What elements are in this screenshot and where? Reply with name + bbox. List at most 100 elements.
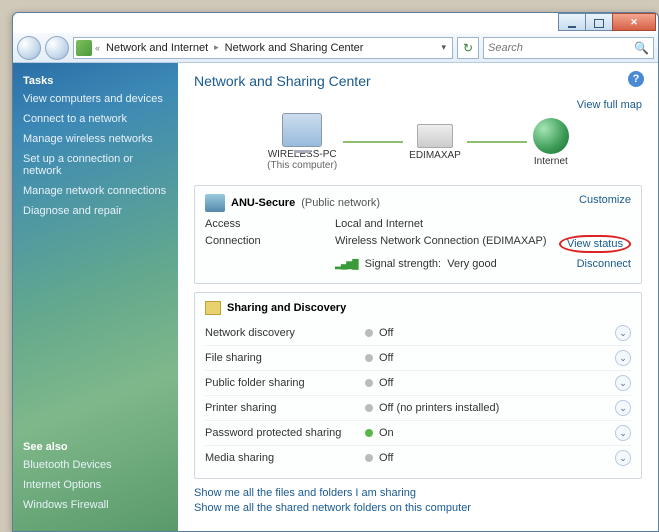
diagram-link-2: [467, 141, 527, 143]
access-value: Local and Internet: [335, 218, 631, 230]
sharing-row-2: Public folder sharing Off ⌄: [205, 370, 631, 395]
expand-button[interactable]: ⌄: [615, 425, 631, 441]
network-info-panel: ANU-Secure (Public network) Customize Ac…: [194, 185, 642, 284]
search-icon[interactable]: 🔍: [634, 41, 649, 55]
sharing-row-label: File sharing: [205, 352, 365, 364]
sidebar-link-view-computers[interactable]: View computers and devices: [23, 93, 168, 105]
maximize-button[interactable]: [585, 13, 613, 31]
status-dot-icon: [365, 429, 373, 437]
show-folders-link[interactable]: Show me all the shared network folders o…: [194, 502, 642, 514]
connection-value: Wireless Network Connection (EDIMAXAP): [335, 235, 559, 253]
diagram-ap-label: EDIMAXAP: [409, 150, 461, 161]
bottom-links: Show me all the files and folders I am s…: [194, 487, 642, 514]
network-type: (Public network): [301, 197, 380, 209]
sidebar-link-manage-connections[interactable]: Manage network connections: [23, 185, 168, 197]
address-dropdown[interactable]: ▾: [437, 42, 450, 53]
diagram-this-computer[interactable]: WIRELESS-PC (This computer): [267, 113, 337, 171]
signal-bars-icon: ▂▄▆█: [335, 259, 358, 269]
signal-spacer: [205, 258, 335, 270]
tasks-heading: Tasks: [23, 75, 168, 87]
breadcrumb-separator: «: [92, 43, 103, 53]
location-icon: [76, 40, 92, 56]
sharing-icon: [205, 301, 221, 315]
breadcrumb-1[interactable]: Network and Internet: [103, 42, 211, 54]
refresh-button[interactable]: ↻: [457, 37, 479, 59]
expand-button[interactable]: ⌄: [615, 350, 631, 366]
status-dot-icon: [365, 404, 373, 412]
signal-strength-label: Signal strength:: [365, 258, 441, 270]
network-icon: [205, 194, 225, 212]
show-files-link[interactable]: Show me all the files and folders I am s…: [194, 487, 642, 499]
disconnect-link[interactable]: Disconnect: [577, 258, 631, 270]
status-dot-icon: [365, 454, 373, 462]
sharing-row-value: Off: [379, 452, 393, 464]
customize-link[interactable]: Customize: [579, 194, 631, 206]
diagram-link-1: [343, 141, 403, 143]
see-also-bluetooth[interactable]: Bluetooth Devices: [23, 459, 112, 471]
sharing-row-5: Media sharing Off ⌄: [205, 445, 631, 470]
signal-value: ▂▄▆█ Signal strength: Very good: [335, 258, 577, 270]
sharing-discovery-heading: Sharing and Discovery: [227, 302, 346, 314]
computer-icon: [282, 113, 322, 147]
forward-button[interactable]: [45, 36, 69, 60]
sharing-row-label: Public folder sharing: [205, 377, 365, 389]
see-also-heading: See also: [23, 441, 112, 453]
titlebar-buttons: [559, 13, 656, 31]
search-input[interactable]: [488, 42, 634, 54]
expand-button[interactable]: ⌄: [615, 400, 631, 416]
globe-icon: [533, 118, 569, 154]
sharing-row-3: Printer sharing Off (no printers installe…: [205, 395, 631, 420]
network-diagram: WIRELESS-PC (This computer) EDIMAXAP Int…: [194, 113, 642, 171]
sharing-row-label: Printer sharing: [205, 402, 365, 414]
sidebar-link-diagnose[interactable]: Diagnose and repair: [23, 205, 168, 217]
see-also-windows-firewall[interactable]: Windows Firewall: [23, 499, 112, 511]
sidebar: Tasks View computers and devices Connect…: [13, 63, 178, 531]
see-also-section: See also Bluetooth Devices Internet Opti…: [23, 441, 112, 519]
sharing-row-1: File sharing Off ⌄: [205, 345, 631, 370]
expand-button[interactable]: ⌄: [615, 450, 631, 466]
back-button[interactable]: [17, 36, 41, 60]
breadcrumb-2[interactable]: Network and Sharing Center: [222, 42, 367, 54]
diagram-access-point[interactable]: EDIMAXAP: [409, 124, 461, 161]
help-icon[interactable]: ?: [628, 71, 644, 87]
sharing-row-label: Media sharing: [205, 452, 365, 464]
sidebar-link-setup-connection[interactable]: Set up a connection or network: [23, 153, 168, 177]
sharing-discovery-panel: Sharing and Discovery Network discoveryO…: [194, 292, 642, 479]
breadcrumb-arrow: ▸: [211, 42, 222, 53]
diagram-pc-sublabel: (This computer): [267, 160, 337, 171]
connection-prefix: Wireless Network Connection (: [335, 235, 486, 247]
search-box[interactable]: 🔍: [483, 37, 654, 59]
status-dot-icon: [365, 329, 373, 337]
main-content: ? Network and Sharing Center View full m…: [178, 63, 658, 531]
sidebar-link-manage-wireless[interactable]: Manage wireless networks: [23, 133, 168, 145]
view-status-link[interactable]: View status: [559, 235, 631, 253]
sharing-row-0: Network discoveryOff⌄: [205, 321, 631, 345]
access-point-icon: [417, 124, 453, 148]
navigation-bar: « Network and Internet ▸ Network and Sha…: [13, 33, 658, 63]
sharing-row-value: On: [379, 427, 394, 439]
status-dot-icon: [365, 379, 373, 387]
access-label: Access: [205, 218, 335, 230]
view-full-map-link[interactable]: View full map: [577, 99, 642, 111]
sharing-row-label: Network discovery: [205, 327, 365, 339]
sharing-row-label: Password protected sharing: [205, 427, 365, 439]
close-button[interactable]: [612, 13, 656, 31]
expand-button[interactable]: ⌄: [615, 375, 631, 391]
diagram-internet-label: Internet: [533, 156, 569, 167]
sharing-row-value: Off (no printers installed): [379, 402, 499, 414]
connection-ap: EDIMAXAP: [486, 235, 543, 247]
connection-label: Connection: [205, 235, 335, 253]
diagram-internet[interactable]: Internet: [533, 118, 569, 167]
address-bar[interactable]: « Network and Internet ▸ Network and Sha…: [73, 37, 453, 59]
see-also-internet-options[interactable]: Internet Options: [23, 479, 112, 491]
sharing-row-4: Password protected sharing On ⌄: [205, 420, 631, 445]
sharing-row-value: Off: [379, 352, 393, 364]
minimize-button[interactable]: [558, 13, 586, 31]
expand-button[interactable]: ⌄: [615, 325, 631, 341]
status-dot-icon: [365, 354, 373, 362]
connection-suffix: ): [543, 235, 547, 247]
sidebar-link-connect[interactable]: Connect to a network: [23, 113, 168, 125]
sharing-row-value: Off: [379, 377, 393, 389]
page-title: Network and Sharing Center: [194, 73, 642, 89]
network-name: ANU-Secure: [231, 197, 295, 209]
